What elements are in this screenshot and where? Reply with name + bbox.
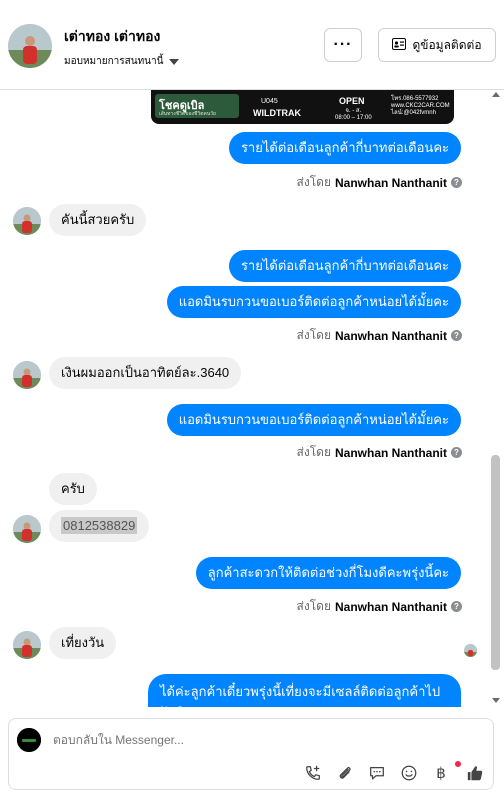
- view-contact-info-button[interactable]: ดูข้อมูลติดต่อ: [378, 28, 496, 62]
- phone-number[interactable]: 0812538829: [61, 517, 138, 534]
- notification-dot: [455, 761, 461, 767]
- sent-by-prefix: ส่งโดย: [296, 328, 331, 342]
- banner-code: U045: [261, 98, 278, 105]
- contact-avatar-small[interactable]: [13, 207, 41, 235]
- saved-reply-icon[interactable]: [367, 763, 387, 783]
- info-icon[interactable]: ?: [451, 447, 462, 458]
- sent-by-prefix: ส่งโดย: [296, 445, 331, 459]
- emoji-icon[interactable]: [399, 763, 419, 783]
- incoming-message[interactable]: เที่ยงวัน: [49, 627, 117, 659]
- conversation-header: เต่าทอง เต่าทอง มอบหมายการสนทนานี้ ··· ด…: [0, 0, 504, 90]
- contact-avatar-small[interactable]: [13, 515, 41, 543]
- sender-name: Nanwhan Nanthanit: [334, 175, 447, 190]
- caret-down-icon: [169, 58, 180, 65]
- outgoing-message[interactable]: ได้ค่ะลูกค้าเดี๋ยวพรุ่งนี้เที่ยงจะมีเซลล…: [148, 674, 461, 707]
- banner-model: WILDTRAK: [253, 108, 301, 118]
- sender-name: Nanwhan Nanthanit: [334, 445, 447, 460]
- banner-tel: โทร.086-5577932: [391, 96, 439, 102]
- sent-by-prefix: ส่งโดย: [296, 175, 331, 189]
- incoming-message-phone[interactable]: 0812538829: [49, 510, 150, 542]
- message-thread[interactable]: โชคดูเบิล เส้นทางชีวิตของชีวิตคนวัย U045…: [0, 90, 504, 707]
- attachment-icon[interactable]: [335, 763, 355, 783]
- banner-line: ไลน์:@042fvmnh: [391, 110, 436, 116]
- sender-name: Nanwhan Nanthanit: [334, 328, 447, 343]
- sent-by-label: ส่งโดย Nanwhan Nanthanit ?: [297, 597, 462, 616]
- banner-hours: จ. - ส. 08:00 – 17:00: [335, 108, 372, 122]
- sent-by-prefix: ส่งโดย: [296, 599, 331, 613]
- banner-hours-time: 08:00 – 17:00: [335, 115, 372, 121]
- baht-symbol: ฿: [436, 765, 446, 782]
- contact-card-icon: [392, 37, 407, 53]
- scroll-down-arrow-icon[interactable]: [492, 698, 500, 703]
- page-avatar: [17, 728, 41, 752]
- banner-hours-days: จ. - ส.: [345, 108, 362, 114]
- reply-composer: ฿: [8, 718, 494, 790]
- outgoing-message[interactable]: รายได้ต่อเดือนลูกค้ากี่บาทต่อเดือนคะ: [228, 132, 461, 164]
- outgoing-message[interactable]: แอดมินรบกวนขอเบอร์ติดต่อลูกค้าหน่อยได้มั…: [166, 404, 461, 436]
- assign-label: มอบหมายการสนทนานี้: [64, 56, 164, 67]
- incoming-message[interactable]: ครับ: [49, 473, 97, 505]
- scroll-up-arrow-icon[interactable]: [492, 92, 500, 97]
- banner-brand-sub: เส้นทางชีวิตของชีวิตคนวัย: [159, 111, 216, 117]
- contact-avatar[interactable]: [8, 24, 52, 68]
- banner-contact: โทร.086-5577932 www.CKC2CAR.COM ไลน์:@04…: [391, 96, 450, 117]
- reply-input[interactable]: [53, 733, 353, 747]
- contact-name[interactable]: เต่าทอง เต่าทอง: [64, 26, 160, 48]
- scrollbar-thumb[interactable]: [491, 455, 500, 670]
- sent-by-label: ส่งโดย Nanwhan Nanthanit ?: [297, 326, 462, 345]
- contact-info-label: ดูข้อมูลติดต่อ: [412, 37, 482, 52]
- read-receipt-avatar: [464, 644, 477, 657]
- baht-icon[interactable]: ฿: [431, 763, 451, 783]
- info-icon[interactable]: ?: [451, 177, 462, 188]
- outgoing-message[interactable]: แอดมินรบกวนขอเบอร์ติดต่อลูกค้าหน่อยได้มั…: [166, 286, 461, 318]
- shared-image-banner[interactable]: โชคดูเบิล เส้นทางชีวิตของชีวิตคนวัย U045…: [151, 90, 454, 124]
- sent-by-label: ส่งโดย Nanwhan Nanthanit ?: [297, 173, 462, 192]
- banner-web: www.CKC2CAR.COM: [391, 103, 450, 109]
- sender-name: Nanwhan Nanthanit: [334, 599, 447, 614]
- contact-avatar-small[interactable]: [13, 631, 41, 659]
- outgoing-message[interactable]: รายได้ต่อเดือนลูกค้ากี่บาทต่อเดือนคะ: [228, 250, 461, 282]
- message-scrollbar[interactable]: [490, 90, 502, 707]
- info-icon[interactable]: ?: [451, 601, 462, 612]
- more-options-button[interactable]: ···: [324, 28, 362, 62]
- incoming-message[interactable]: คันนี้สวยครับ: [49, 204, 147, 236]
- sent-by-label: ส่งโดย Nanwhan Nanthanit ?: [297, 443, 462, 462]
- like-icon[interactable]: [465, 763, 485, 783]
- banner-open: OPEN: [339, 96, 365, 106]
- messenger-conversation: เต่าทอง เต่าทอง มอบหมายการสนทนานี้ ··· ด…: [0, 0, 504, 794]
- info-icon[interactable]: ?: [451, 330, 462, 341]
- assign-conversation-dropdown[interactable]: มอบหมายการสนทนานี้: [64, 54, 180, 69]
- outgoing-message[interactable]: ลูกค้าสะดวกให้ติดต่อช่วงกี่โมงดีคะพรุ่งน…: [195, 557, 461, 589]
- add-call-icon[interactable]: [303, 763, 323, 783]
- contact-avatar-small[interactable]: [13, 361, 41, 389]
- incoming-message[interactable]: เงินผมออกเป็นอาทิตย์ละ.3640: [49, 357, 242, 389]
